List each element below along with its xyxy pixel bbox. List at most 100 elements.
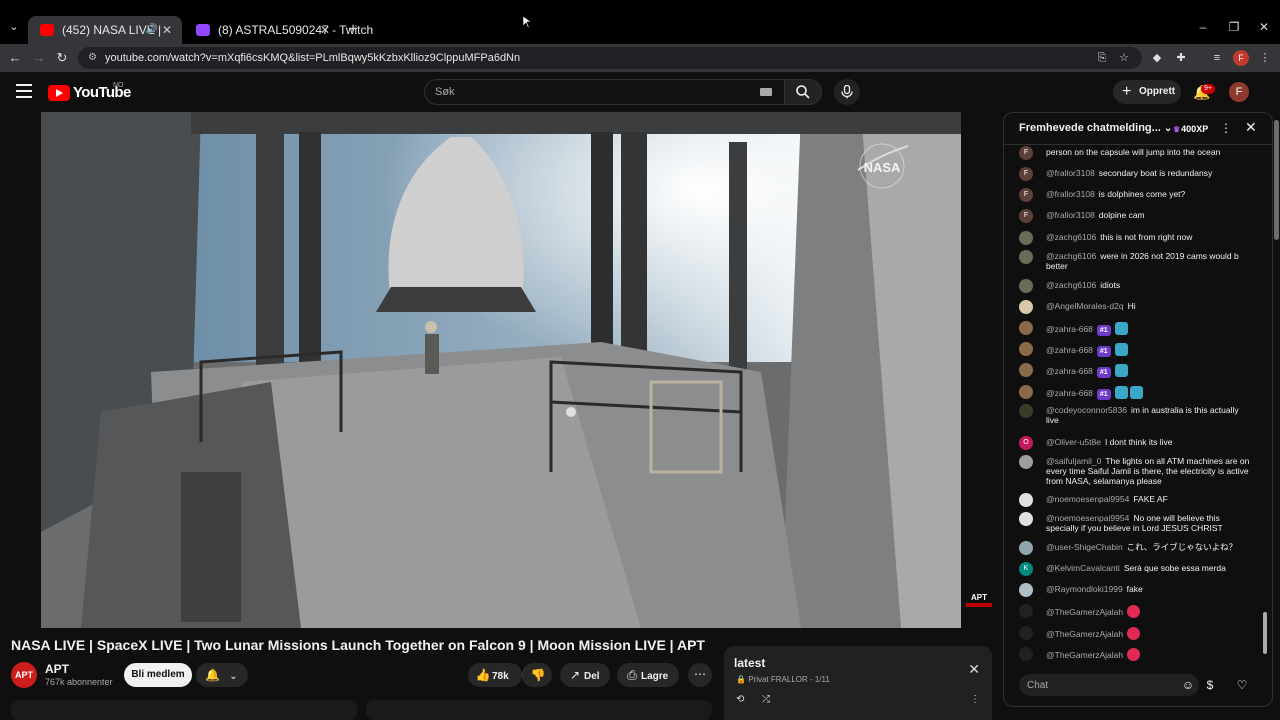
chat-avatar[interactable]: F: [1019, 209, 1033, 223]
chat-avatar[interactable]: F: [1019, 167, 1033, 181]
url-field[interactable]: ⚙ youtube.com/watch?v=mXqfi6csKMQ&list=P…: [78, 47, 1142, 69]
page-scrollbar-thumb[interactable]: [1274, 120, 1279, 240]
chat-author[interactable]: @zahra-668: [1046, 366, 1093, 376]
more-actions-icon[interactable]: ⋯: [688, 663, 712, 687]
extension-icon[interactable]: ◆: [1149, 50, 1165, 66]
chat-author[interactable]: @zahra-668: [1046, 324, 1093, 334]
chat-mode-dropdown[interactable]: Fremhevede chatmelding... ⌄: [1019, 122, 1172, 134]
like-button[interactable]: 👍 78k: [468, 663, 522, 687]
chat-menu-icon[interactable]: ⋮: [1220, 121, 1232, 135]
chat-author[interactable]: @Oliver-u5t8e: [1046, 437, 1101, 447]
playlist-title[interactable]: latest: [734, 656, 765, 670]
heart-icon[interactable]: ♡: [1233, 676, 1251, 694]
playlist-close-icon[interactable]: ✕: [968, 661, 980, 678]
chat-author[interactable]: @TheGamerzAjalah: [1046, 607, 1123, 617]
chat-avatar[interactable]: [1019, 404, 1033, 418]
chat-avatar[interactable]: [1019, 385, 1033, 399]
browser-tab-youtube[interactable]: (452) NASA LIVE | SpaceX LI 🔊 ✕: [28, 16, 182, 44]
chat-author[interactable]: @noemoesenpai9954: [1046, 494, 1129, 504]
puzzle-extensions-icon[interactable]: ✚: [1173, 50, 1189, 66]
chat-avatar[interactable]: [1019, 300, 1033, 314]
chat-avatar[interactable]: [1019, 231, 1033, 245]
chat-avatar[interactable]: [1019, 626, 1033, 640]
chat-author[interactable]: @zachg6106: [1046, 251, 1096, 261]
channel-name[interactable]: APT: [45, 662, 69, 676]
loop-icon[interactable]: ⟲: [736, 694, 744, 705]
install-app-icon[interactable]: ⎘: [1094, 50, 1110, 66]
dislike-button[interactable]: 👎: [522, 663, 552, 687]
channel-avatar[interactable]: APT: [11, 662, 37, 688]
profile-avatar[interactable]: F: [1233, 50, 1249, 66]
hamburger-menu-icon[interactable]: [16, 84, 32, 98]
playlist-menu-icon[interactable]: ⋮: [970, 694, 980, 705]
browser-tab-twitch[interactable]: (8) ASTRAL5090247 - Twitch ✕: [184, 16, 373, 44]
chat-author[interactable]: @frallor3108: [1046, 210, 1095, 220]
chat-avatar[interactable]: [1019, 583, 1033, 597]
search-input[interactable]: [435, 80, 755, 104]
join-button[interactable]: Bli medlem: [124, 663, 192, 687]
description-strip[interactable]: [11, 700, 357, 720]
back-icon[interactable]: ←: [6, 49, 24, 67]
chat-author[interactable]: @user-ShigeChabin: [1046, 542, 1123, 552]
keyboard-icon[interactable]: [760, 88, 772, 96]
tab-close-icon[interactable]: ✕: [162, 16, 172, 44]
chat-avatar[interactable]: [1019, 647, 1033, 661]
chat-avatar[interactable]: F: [1019, 146, 1033, 160]
create-button[interactable]: + Opprett: [1113, 80, 1181, 104]
chat-avatar[interactable]: [1019, 279, 1033, 293]
chat-avatar[interactable]: K: [1019, 562, 1033, 576]
search-button[interactable]: [784, 79, 822, 105]
chat-author[interactable]: @KelvimCavalcanti: [1046, 563, 1120, 573]
share-button[interactable]: ↗ Del: [560, 663, 610, 687]
chat-author[interactable]: @zahra-668: [1046, 345, 1093, 355]
reload-icon[interactable]: ↻: [53, 49, 71, 67]
save-button[interactable]: ⎙ Lagre: [617, 663, 679, 687]
xp-badge[interactable]: ♛400XP: [1170, 121, 1212, 137]
chat-avatar[interactable]: [1019, 493, 1033, 507]
chat-author[interactable]: @zachg6106: [1046, 280, 1096, 290]
new-tab-icon[interactable]: +: [344, 16, 362, 44]
site-info-icon[interactable]: ⚙: [88, 52, 100, 64]
subscription-bell-button[interactable]: 🔔 ⌄: [196, 663, 248, 687]
chat-author[interactable]: @frallor3108: [1046, 168, 1095, 178]
chat-input[interactable]: [1027, 674, 1167, 696]
forward-icon[interactable]: →: [30, 49, 48, 67]
chat-author[interactable]: @codeyoconnor5836: [1046, 405, 1127, 415]
chat-avatar[interactable]: [1019, 363, 1033, 377]
chat-author[interactable]: @frallor3108: [1046, 189, 1095, 199]
chat-author[interactable]: @AngelMorales-d2q: [1046, 301, 1124, 311]
window-close-icon[interactable]: ✕: [1256, 20, 1272, 34]
chat-author[interactable]: @noemoesenpai9954: [1046, 513, 1129, 523]
emoji-icon[interactable]: ☺: [1180, 677, 1196, 693]
bookmark-star-icon[interactable]: ☆: [1116, 50, 1132, 66]
chat-avatar[interactable]: O: [1019, 436, 1033, 450]
maximize-icon[interactable]: ❐: [1226, 20, 1242, 34]
chat-avatar[interactable]: [1019, 512, 1033, 526]
super-chat-icon[interactable]: $: [1201, 676, 1219, 694]
minimize-icon[interactable]: –: [1195, 20, 1211, 34]
chat-close-icon[interactable]: ✕: [1245, 119, 1257, 136]
description-strip[interactable]: [366, 700, 712, 720]
chat-author[interactable]: @TheGamerzAjalah: [1046, 650, 1123, 660]
tab-close-icon[interactable]: ✕: [320, 16, 330, 44]
shuffle-icon[interactable]: ⤮: [762, 694, 770, 705]
account-avatar[interactable]: F: [1229, 82, 1249, 102]
chat-author[interactable]: @Raymondloki1999: [1046, 584, 1123, 594]
video-player[interactable]: NASA: [41, 112, 961, 628]
chat-avatar[interactable]: F: [1019, 188, 1033, 202]
chat-avatar[interactable]: [1019, 342, 1033, 356]
chat-avatar[interactable]: [1019, 455, 1033, 469]
chat-avatar[interactable]: [1019, 541, 1033, 555]
chat-avatar[interactable]: [1019, 250, 1033, 264]
chat-avatar[interactable]: [1019, 604, 1033, 618]
speaker-icon[interactable]: 🔊: [146, 16, 158, 44]
chat-author[interactable]: @saifuljamil_0: [1046, 456, 1101, 466]
browser-menu-icon[interactable]: ⋮: [1257, 50, 1273, 66]
chat-author[interactable]: @zahra-668: [1046, 388, 1093, 398]
voice-search-button[interactable]: [834, 79, 860, 105]
chat-scrollbar-thumb[interactable]: [1263, 612, 1267, 654]
chat-author[interactable]: @zachg6106: [1046, 232, 1096, 242]
chat-avatar[interactable]: [1019, 321, 1033, 335]
chat-author[interactable]: @TheGamerzAjalah: [1046, 629, 1123, 639]
media-control-icon[interactable]: ≡: [1209, 50, 1225, 66]
